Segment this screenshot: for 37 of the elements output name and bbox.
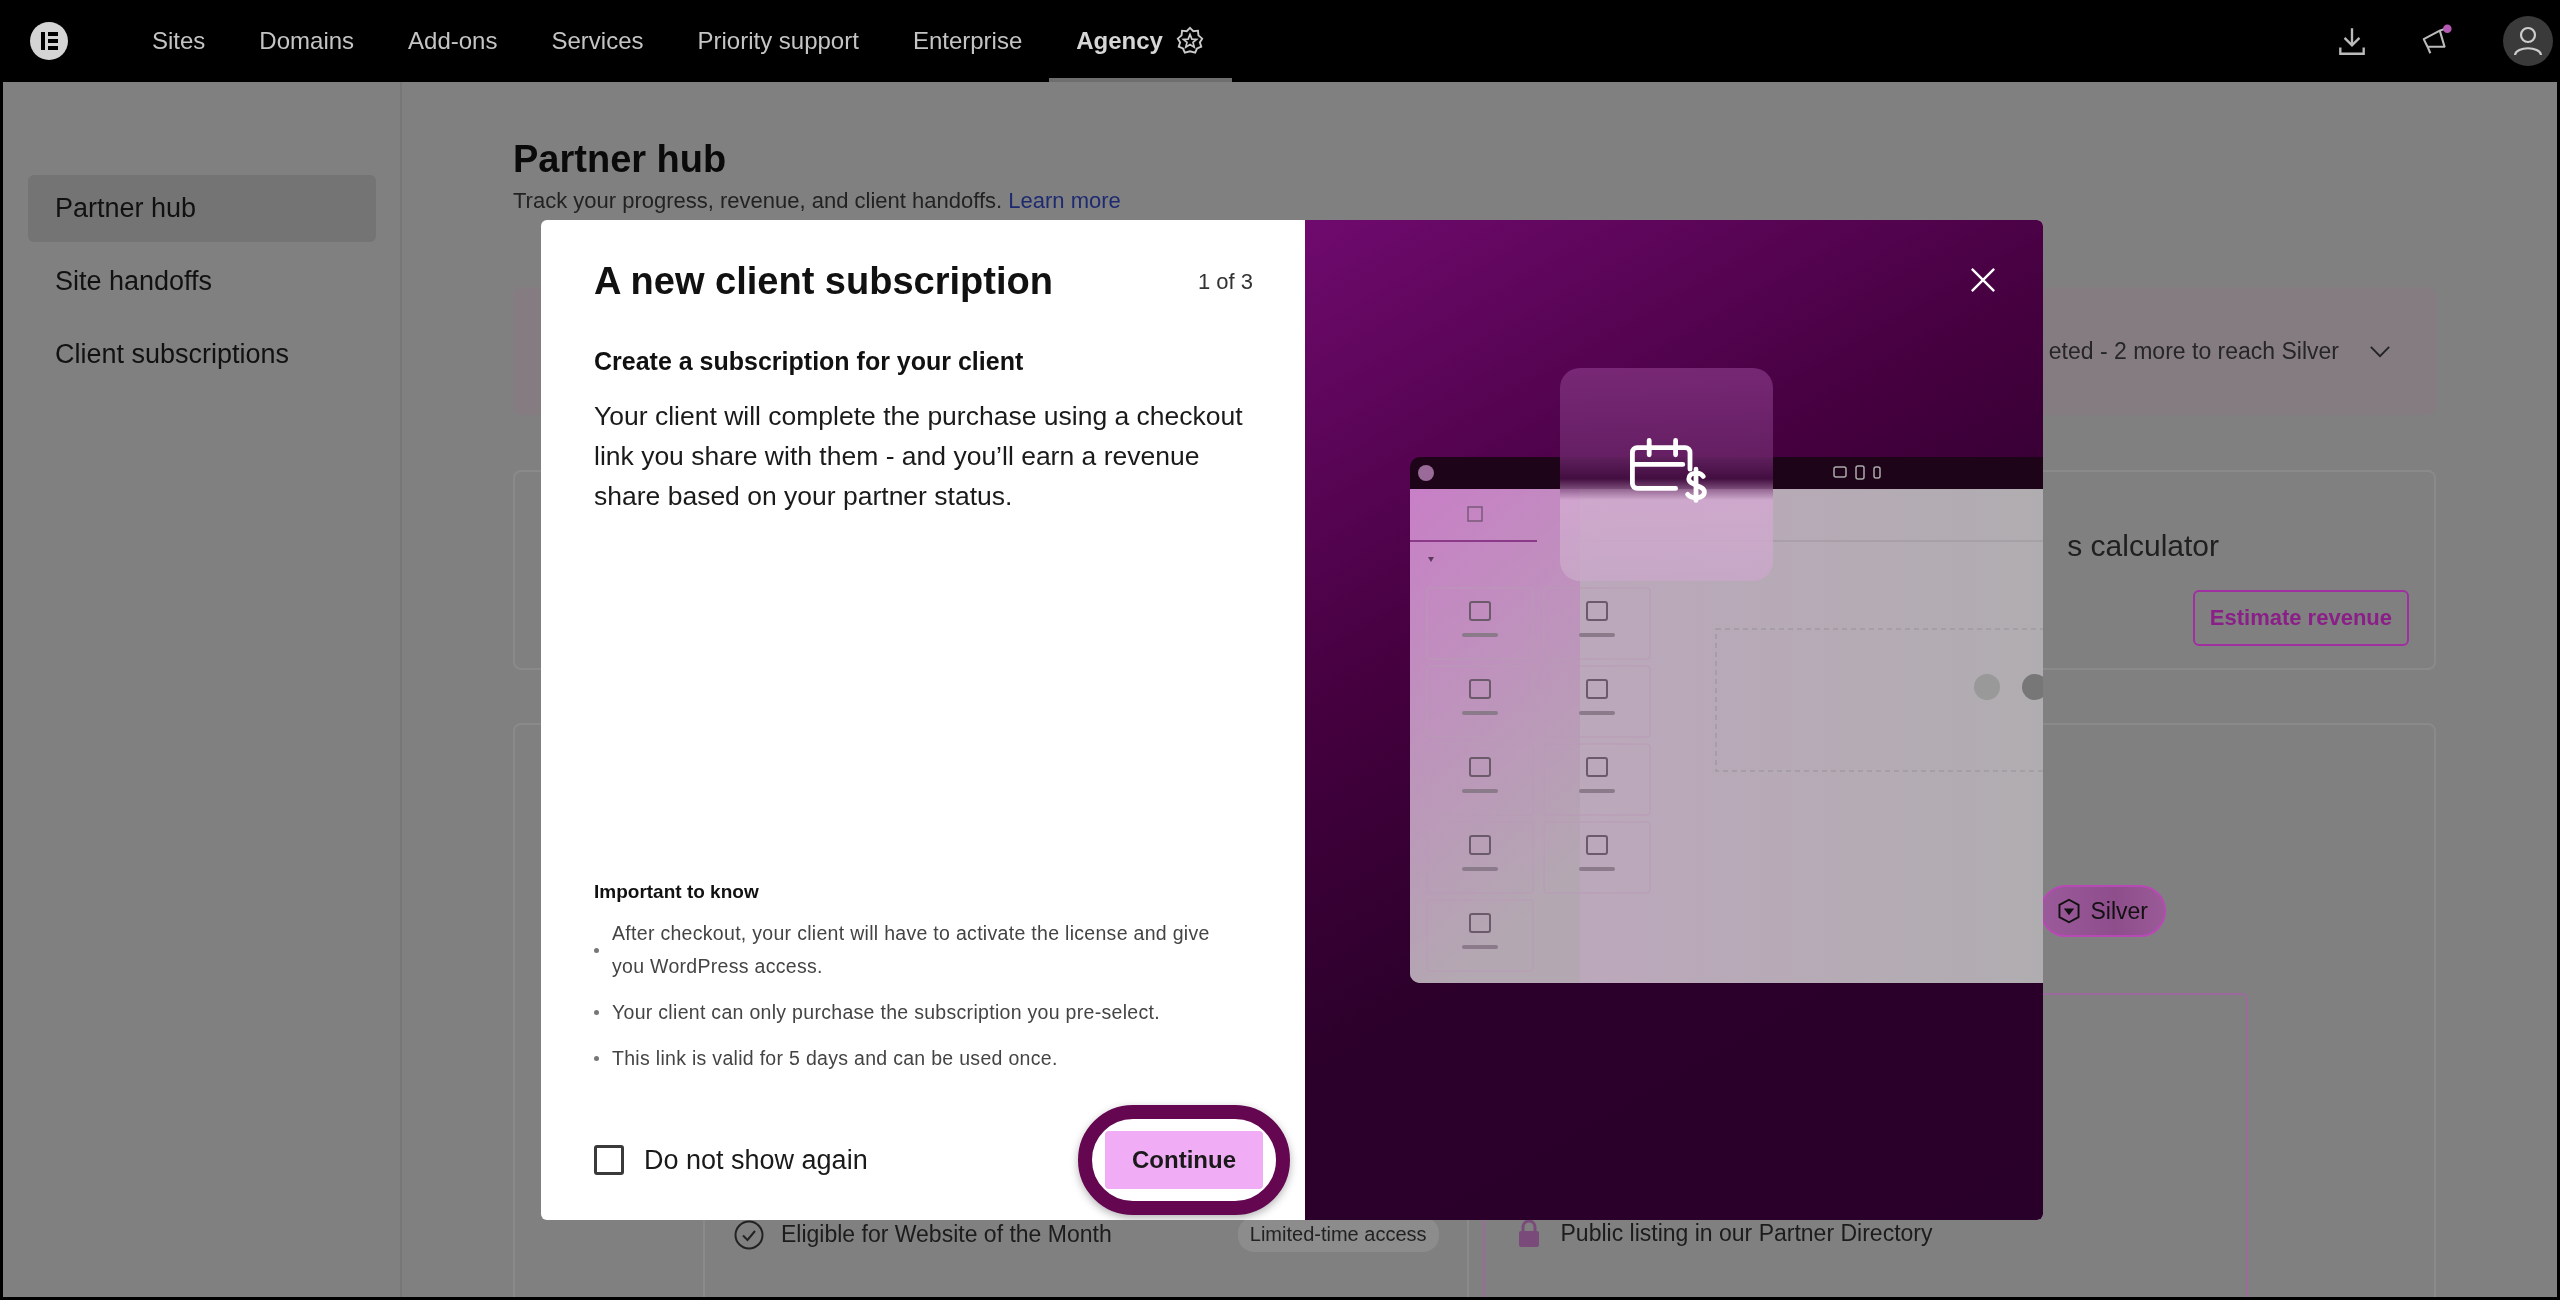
step-counter: 1 of 3 [1197,268,1253,295]
bullet-icon [594,1056,599,1061]
benefit-text: Public listing in our Partner Directory [1560,1219,1933,1247]
page-title: Partner hub [513,137,728,182]
card-title: s calculator [2067,528,2219,564]
nav-tab[interactable]: Priority support [670,0,886,82]
bullet-icon [594,947,599,953]
close-icon [1970,267,1996,293]
important-title: Important to know [594,881,760,903]
logo-icon[interactable] [29,21,69,61]
nav-tab[interactable]: Enterprise [885,0,1050,82]
checkbox[interactable] [594,1145,624,1175]
sidebar-item[interactable]: Client subscriptions [28,321,376,388]
modal-heading: Create a subscription for your client [594,347,1025,376]
important-item: This link is valid for 5 days and can be used once. [612,1046,1058,1071]
nav-tab[interactable]: Domains [232,0,382,82]
important-item: Your client can only purchase the subscription you pre-select. [612,1000,1160,1025]
modal-title: A new client subscription [594,260,1053,303]
modal-body-text: Your client will complete the purchase using a checkout link you share with them - and you’ll earn a revenue share based on your partner status. [594,400,1244,513]
close-button[interactable] [1969,266,1997,294]
nav-tab[interactable]: Agency [1049,0,1232,82]
sidebar-item[interactable]: Site handoffs [28,248,376,315]
bullet-icon [594,1010,599,1015]
calendar-dollar-icon [1630,438,1707,503]
tier-label: Silver [2090,897,2148,925]
avatar-icon[interactable] [2503,16,2553,66]
check-circle-icon [733,1218,765,1251]
sidebar-item[interactable]: Partner hub [28,175,376,242]
benefit-text: Eligible for Website of the Month [781,1221,1112,1248]
nav-tab[interactable]: Services [524,0,671,82]
continue-button[interactable]: Continue [1078,1105,1290,1215]
page-subtitle: Track your progress, revenue, and client handoffs. Learn more [513,187,1122,215]
important-item: After checkout, your client will have to activate the license and give you WordPress access. [612,921,1211,979]
progress-text: eted - 2 more to reach Silver [2048,337,2339,365]
checkbox-label: Do not show again [644,1144,868,1176]
nav-tab[interactable]: Sites [125,0,233,82]
nav-tab[interactable]: Add-ons [381,0,525,82]
